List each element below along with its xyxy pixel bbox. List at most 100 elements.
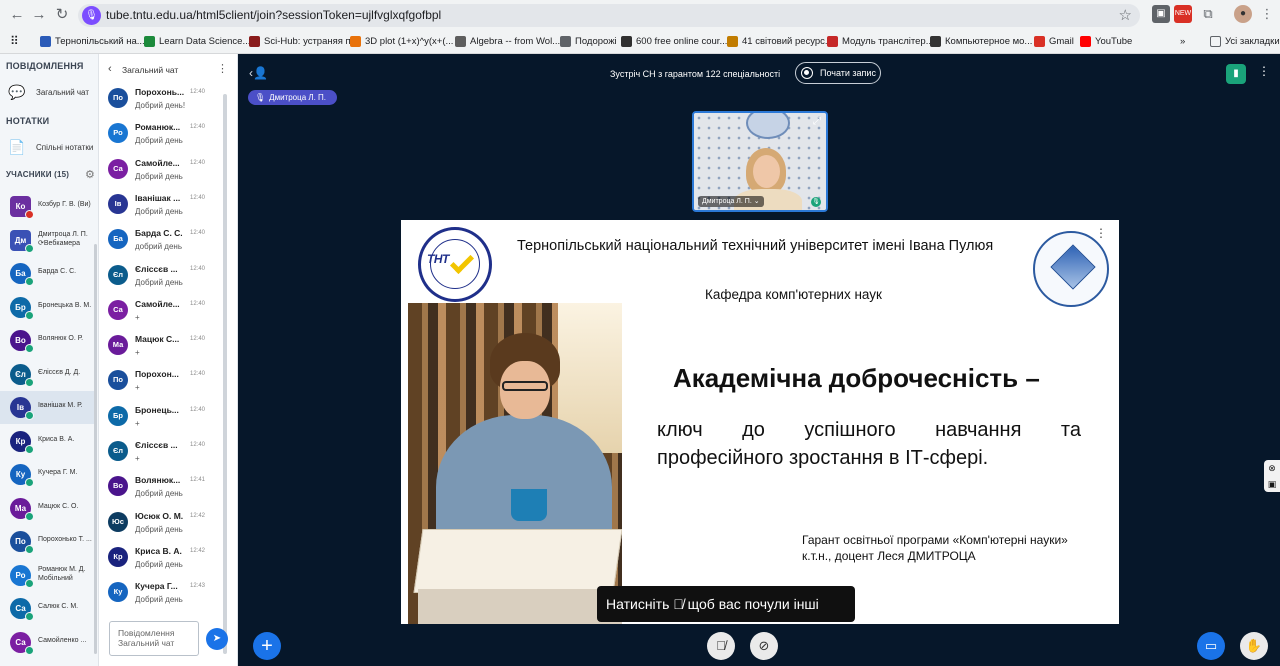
participants-scrollbar[interactable]	[94, 244, 97, 654]
message-text: Добрий день	[135, 206, 183, 216]
avatar: Ро	[108, 123, 128, 144]
connection-status-icon[interactable]: ▮	[1226, 64, 1246, 84]
public-chat-item[interactable]: 💬 Загальний чат	[8, 83, 89, 101]
participant-item[interactable]: Дм Дмитроца Л. П. ⟳Вебкамера	[0, 224, 97, 257]
presentation-options-icon[interactable]: ⋮	[1095, 226, 1107, 240]
puzzle-icon[interactable]: ⧉	[1199, 5, 1217, 23]
status-badge	[25, 645, 34, 655]
participant-name: Єліссєв Д. Д.	[38, 368, 81, 376]
raise-hand-button[interactable]: ✋	[1240, 632, 1268, 660]
gear-icon[interactable]: ⚙	[85, 168, 95, 181]
share-webcam-button[interactable]: ⊘	[750, 632, 778, 660]
logo-diamond	[1050, 244, 1096, 290]
slide-guarantor: Гарант освітньої програми «Комп'ютерні н…	[802, 532, 1068, 564]
status-badge	[25, 578, 34, 588]
toast-text-before: Натисніть	[606, 596, 670, 612]
status-badge	[25, 478, 34, 487]
participant-item[interactable]: Єл Єліссєв Д. Д.	[0, 358, 97, 391]
reload-icon[interactable]: ↻	[51, 5, 73, 25]
bookmark-item[interactable]: 600 free online cour...	[621, 33, 727, 49]
bookmark-item[interactable]: YouTube	[1080, 33, 1132, 49]
all-bookmarks[interactable]: Усі закладки	[1210, 33, 1280, 49]
chevron-left-icon[interactable]: ‹	[108, 63, 112, 75]
participant-item[interactable]: Ко Козбур Г. В. (Ви)	[0, 190, 97, 223]
participant-item[interactable]: Са Салюк С. М.	[0, 592, 97, 625]
share-screen-button[interactable]: ▭	[1197, 632, 1225, 660]
chat-message: Ку Кучера Г... 12:43 Добрий день	[99, 578, 229, 613]
unmute-microphone-button[interactable]: 🎙̸	[707, 632, 735, 660]
message-time: 12:40	[190, 371, 206, 378]
toggle-user-list-icon[interactable]: ‹👤	[249, 66, 268, 80]
send-message-button[interactable]: ➤	[206, 628, 228, 650]
profile-avatar-icon[interactable]: ●	[1234, 5, 1252, 23]
bookmark-favicon-icon	[1080, 35, 1091, 47]
message-time: 12:42	[190, 512, 206, 519]
participant-name: Козбур Г. В. (Ви)	[38, 201, 91, 208]
bookmark-item[interactable]: Algebra -- from Wol...	[455, 33, 560, 49]
status-badge	[25, 545, 34, 554]
more-bookmarks-icon[interactable]: »	[1180, 33, 1185, 49]
mic-off-icon: 🎙̸	[716, 638, 726, 653]
bookmark-item[interactable]: Тернопільський на...	[40, 33, 145, 49]
participant-name: Пороxонько Т. ...	[38, 536, 92, 543]
department-logo	[1033, 231, 1109, 307]
participant-item[interactable]: Са Самойленко ...	[0, 626, 97, 659]
restore-presentation-icon[interactable]: ▣	[1264, 476, 1280, 492]
message-author: Юсюк О. М.	[135, 510, 184, 521]
bookmark-favicon-icon	[249, 35, 260, 47]
new-badge-icon[interactable]: NEW	[1174, 5, 1192, 23]
all-bookmarks-label: Усі закладки	[1225, 35, 1280, 47]
close-circle-icon[interactable]: ⊗	[1264, 460, 1280, 476]
participant-item[interactable]: Ку Кучера Г. М.	[0, 458, 97, 491]
bookmark-item[interactable]: Sci-Hub: устраняя п...	[249, 33, 359, 49]
subtitle-word: та	[1060, 419, 1081, 441]
bookmark-item[interactable]: Learn Data Science...	[144, 33, 250, 49]
forward-arrow-icon[interactable]: →	[28, 5, 50, 25]
message-text: Добрий день	[135, 524, 183, 534]
shared-notes-item[interactable]: 📄 Спільні нотатки	[8, 138, 93, 156]
webcam-user-label[interactable]: Дмитроца Л. П. ⌄	[698, 196, 764, 207]
participant-item[interactable]: По Пороxонько Т. ...	[0, 525, 97, 558]
apps-grid-icon[interactable]: ⠿	[10, 33, 19, 49]
bookmark-item[interactable]: 41 світовий ресурс...	[727, 33, 833, 49]
extension-icon[interactable]: ▣	[1152, 5, 1170, 23]
bookmark-star-icon[interactable]: ☆	[1119, 6, 1132, 24]
site-info-icon[interactable]: 🎙	[82, 6, 101, 25]
bookmark-item[interactable]: Подорожі	[560, 33, 617, 49]
avatar: По	[108, 88, 128, 108]
fullscreen-icon[interactable]: ⤢	[813, 116, 821, 127]
start-recording-button[interactable]: Почати запис	[795, 62, 881, 84]
browser-menu-icon[interactable]: ⋮	[1258, 5, 1276, 23]
chat-options-icon[interactable]: ⋮	[217, 62, 228, 75]
microphone-icon: 🎙	[255, 93, 266, 102]
participant-item[interactable]: Бр Бронецька В. М.	[0, 291, 97, 324]
message-time: 12:40	[190, 124, 206, 131]
message-text: +	[135, 312, 140, 322]
guarantor-line-1: Гарант освітньої програми «Комп'ютерні н…	[802, 533, 1068, 547]
status-badge	[25, 210, 34, 219]
back-arrow-icon[interactable]: ←	[6, 5, 28, 25]
subtitle-line-1: ключ до успішного навчання та	[657, 416, 1081, 444]
chat-message: Са Самойле... 12:40 Добрий день	[99, 155, 229, 190]
bookmark-item[interactable]: 3D plot (1+x)^y(x+(...	[350, 33, 453, 49]
bookmark-item[interactable]: Gmail	[1034, 33, 1074, 49]
bookmark-item[interactable]: Компьютерное мо...	[930, 33, 1032, 49]
webcam-video[interactable]: ⤢ Дмитроца Л. П. ⌄ 🎙	[692, 111, 828, 212]
bookmark-label: 41 світовий ресурс...	[742, 35, 833, 47]
participant-item[interactable]: Кр Криса В. А.	[0, 425, 97, 458]
options-menu-icon[interactable]: ⋮	[1258, 64, 1270, 78]
message-text: +	[135, 383, 140, 393]
participant-item[interactable]: Ма Мацюк С. О.	[0, 492, 97, 525]
chat-scrollbar[interactable]	[223, 94, 227, 654]
participant-item[interactable]: Во Волянюк О. Р.	[0, 324, 97, 357]
participant-name: Бронецька В. М.	[38, 301, 92, 309]
participant-item[interactable]: Ів Іванішак М. Р.	[0, 391, 97, 424]
presentation-slide: ⋮ ТНТ Тернопільський національний техніч…	[401, 220, 1119, 624]
bookmark-item[interactable]: Модуль транслітер...	[827, 33, 934, 49]
participant-item[interactable]: Ро Романюк М. Д. Мобільний	[0, 559, 97, 592]
actions-plus-button[interactable]: +	[253, 632, 281, 660]
participant-item[interactable]: Ба Барда С. С.	[0, 257, 97, 290]
url-text[interactable]: tube.tntu.edu.ua/html5client/join?sessio…	[106, 8, 441, 22]
chat-message-input[interactable]: Повідомлення Загальний чат	[109, 621, 199, 656]
address-bar[interactable]: 🎙 tube.tntu.edu.ua/html5client/join?sess…	[78, 4, 1140, 27]
